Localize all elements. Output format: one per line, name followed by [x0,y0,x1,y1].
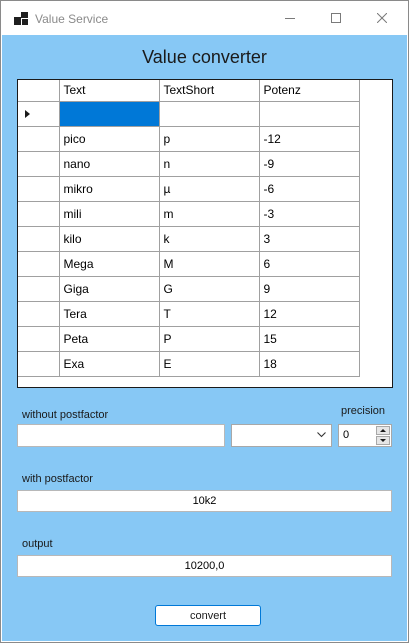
table-row[interactable]: mili m -3 [18,200,360,227]
grid-cell[interactable]: Mega [58,250,160,277]
grid-cell[interactable] [158,100,260,127]
grid-cell[interactable]: mili [58,200,160,227]
grid-cell[interactable]: µ [158,175,260,202]
minimize-button[interactable] [267,1,313,35]
row-header-corner [18,80,60,102]
row-header[interactable] [18,325,60,352]
maximize-button[interactable] [313,1,359,35]
row-header[interactable] [18,200,60,227]
grid-cell[interactable] [258,100,360,127]
stepper-up-icon[interactable] [376,426,390,435]
title-bar[interactable]: Value Service [1,1,408,35]
grid-cell[interactable]: nano [58,150,160,177]
current-row-arrow-icon [25,109,30,118]
with-postfactor-label: with postfactor [22,473,93,485]
grid-cell[interactable]: M [158,250,260,277]
grid-cell[interactable]: -6 [258,175,360,202]
grid-cell[interactable]: 9 [258,275,360,302]
grid-cell[interactable]: n [158,150,260,177]
app-grid-icon [14,12,28,25]
output-label: output [22,538,53,550]
grid-cell[interactable]: 6 [258,250,360,277]
grid-cell[interactable]: Giga [58,275,160,302]
chevron-down-icon [317,432,326,438]
window-title: Value Service [35,12,109,26]
grid-cell[interactable]: E [158,350,260,377]
grid-cell[interactable]: G [158,275,260,302]
postfactor-select[interactable] [231,424,332,447]
minimize-icon [285,18,295,19]
grid-cell[interactable]: 12 [258,300,360,327]
grid-cell[interactable]: T [158,300,260,327]
row-header[interactable] [18,125,60,152]
table-row[interactable]: mikro µ -6 [18,175,360,202]
grid-cell[interactable]: -12 [258,125,360,152]
grid-cell[interactable]: 18 [258,350,360,377]
table-row[interactable]: Giga G 9 [18,275,360,302]
convert-button[interactable]: convert [155,605,261,626]
grid-cell[interactable]: 3 [258,225,360,252]
row-header[interactable] [18,175,60,202]
row-header[interactable] [18,300,60,327]
grid-cell[interactable]: P [158,325,260,352]
column-header-potenz[interactable]: Potenz [258,80,360,102]
grid-cell[interactable]: -9 [258,150,360,177]
row-header[interactable] [18,350,60,377]
without-postfactor-label: without postfactor [22,409,109,421]
column-header-textshort[interactable]: TextShort [158,80,260,102]
table-row[interactable]: Tera T 12 [18,300,360,327]
table-row[interactable]: Exa E 18 [18,350,360,377]
new-row[interactable] [18,100,360,127]
grid-cell[interactable]: Exa [58,350,160,377]
app-window: Value Service Value converter Text TextS… [0,0,409,643]
row-header[interactable] [18,275,60,302]
table-row[interactable]: kilo k 3 [18,225,360,252]
output-field[interactable]: 10200,0 [17,555,392,577]
prefix-data-grid[interactable]: Text TextShort Potenz pico p -12 nano n … [17,79,393,388]
stepper-buttons [376,426,390,445]
grid-cell[interactable]: 15 [258,325,360,352]
with-postfactor-field[interactable]: 10k2 [17,490,392,512]
grid-cell[interactable]: p [158,125,260,152]
precision-stepper[interactable]: 0 [338,424,392,447]
column-header-text[interactable]: Text [58,80,160,102]
without-postfactor-input[interactable] [17,424,225,447]
table-row[interactable]: Mega M 6 [18,250,360,277]
precision-label: precision [341,405,386,417]
grid-cell[interactable]: Peta [58,325,160,352]
client-area: Value converter Text TextShort Potenz pi… [2,35,407,641]
grid-cell[interactable]: mikro [58,175,160,202]
grid-cell[interactable]: k [158,225,260,252]
table-row[interactable]: Peta P 15 [18,325,360,352]
grid-cell[interactable]: m [158,200,260,227]
grid-cell[interactable]: kilo [58,225,160,252]
grid-cell[interactable]: Tera [58,300,160,327]
grid-cell[interactable]: -3 [258,200,360,227]
close-button[interactable] [359,1,405,35]
maximize-icon [331,13,341,23]
row-header[interactable] [18,250,60,277]
table-row[interactable]: pico p -12 [18,125,360,152]
stepper-down-icon[interactable] [376,436,390,445]
row-header[interactable] [18,225,60,252]
close-icon [377,13,387,23]
row-header[interactable] [18,150,60,177]
table-row[interactable]: nano n -9 [18,150,360,177]
row-header[interactable] [18,100,60,127]
precision-value: 0 [343,429,350,441]
grid-cell[interactable] [58,100,160,127]
page-title: Value converter [142,47,267,67]
grid-cell[interactable]: pico [58,125,160,152]
